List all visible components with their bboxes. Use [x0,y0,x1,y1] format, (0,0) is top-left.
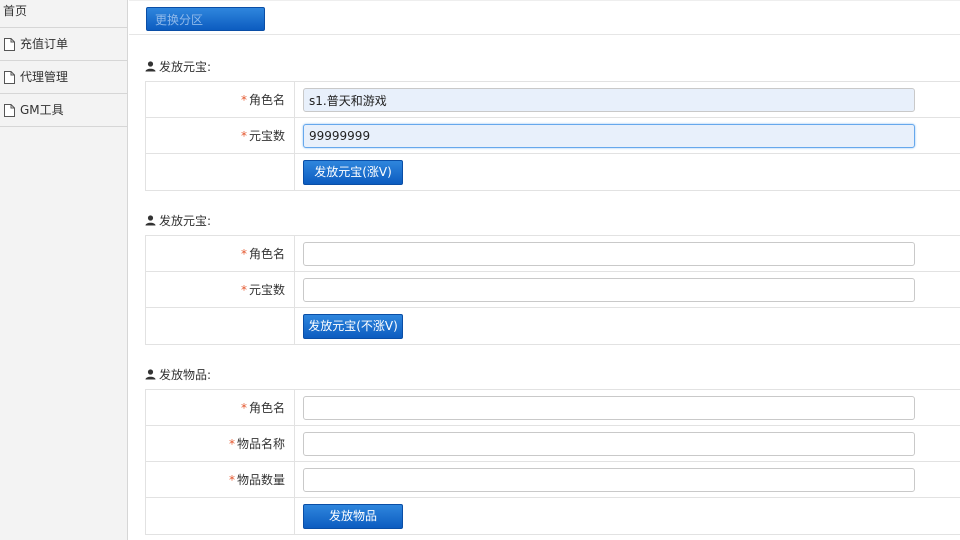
field-label [146,308,295,344]
grant-ingot-no-vip-button[interactable]: 发放元宝(不涨V) [303,314,403,339]
user-icon [145,61,156,72]
top-toolbar: 更换分区 [129,0,960,35]
item-quantity-input[interactable] [303,468,915,492]
required-mark: * [240,93,247,107]
form-row: 发放元宝(不涨V) [146,308,960,344]
form-row: * 元宝数 [146,118,960,154]
field-label: * 物品数量 [146,462,295,497]
form-row: 发放物品 [146,498,960,534]
required-mark: * [240,401,247,415]
field-label: * 角色名 [146,236,295,271]
section-title-grant-ingot-vip: 发放元宝: [145,58,211,75]
grant-ingot-vip-form: *角色名 *元宝数 发放元宝(涨V) [145,81,960,191]
sidebar-item-recharge-orders[interactable]: 充值订单 [0,28,127,61]
change-zone-button[interactable]: 更换分区 [146,7,265,31]
form-row: * 角色名 [146,236,960,272]
role-name-input[interactable] [303,396,915,420]
grant-ingot-no-vip-form: * 角色名 * 元宝数 发放元宝(不涨V) [145,235,960,345]
document-icon [4,70,15,84]
form-row: * 角色名 [146,82,960,118]
document-icon [4,103,15,117]
ingot-amount-label: 元宝数 [248,129,285,143]
field-label: * 物品名称 [146,426,295,461]
role-name-label: 角色名 [248,401,285,415]
form-row: 发放元宝(涨V) [146,154,960,190]
sidebar-home[interactable]: 首页 [0,0,127,28]
sidebar-item-label: 充值订单 [20,37,69,51]
required-mark: * [228,437,235,451]
ingot-amount-input[interactable] [303,124,915,148]
required-mark: * [228,473,235,487]
required-mark: * [240,129,247,143]
section-title-text: 发放物品: [159,368,212,382]
field-label: * 角色名 [146,390,295,425]
grant-ingot-vip-button[interactable]: 发放元宝(涨V) [303,160,403,185]
role-name-label: 角色名 [248,93,285,107]
item-quantity-label: 物品数量 [236,473,285,487]
ingot-amount-label: 元宝数 [248,283,285,297]
role-name-label: 角色名 [248,247,285,261]
form-row: * 物品数量 [146,462,960,498]
section-title-grant-items: 发放物品: [145,366,211,383]
sidebar-item-label: GM工具 [20,103,64,117]
field-label [146,498,295,534]
sidebar-item-label: 代理管理 [20,70,69,84]
grant-items-form: * 角色名 * 物品名称 * 物品数量 发放物品 [145,389,960,535]
user-icon [145,215,156,226]
role-name-input[interactable] [303,88,915,112]
required-mark: * [240,283,247,297]
role-name-input[interactable] [303,242,915,266]
main-content: 更换分区 发放元宝: *角色名 *元宝数 发放元宝(涨V) 发放元宝: *角色名… [129,0,960,540]
ingot-amount-input[interactable] [303,278,915,302]
section-title-grant-ingot-no-vip: 发放元宝: [145,212,211,229]
item-name-input[interactable] [303,432,915,456]
required-mark: * [240,247,247,261]
form-row: * 角色名 [146,390,960,426]
section-title-text: 发放元宝: [159,214,212,228]
sidebar-item-gm-tools[interactable]: GM工具 [0,94,127,127]
form-row: * 元宝数 [146,272,960,308]
form-row: * 物品名称 [146,426,960,462]
item-name-label: 物品名称 [236,437,285,451]
field-label: * 角色名 [146,82,295,117]
grant-items-button[interactable]: 发放物品 [303,504,403,529]
field-label: * 元宝数 [146,272,295,307]
sidebar: 首页 充值订单 代理管理 GM工具 [0,0,128,540]
sidebar-item-agent-management[interactable]: 代理管理 [0,61,127,94]
field-label [146,154,295,190]
document-icon [4,37,15,51]
field-label: * 元宝数 [146,118,295,153]
user-icon [145,369,156,380]
section-title-text: 发放元宝: [159,60,212,74]
